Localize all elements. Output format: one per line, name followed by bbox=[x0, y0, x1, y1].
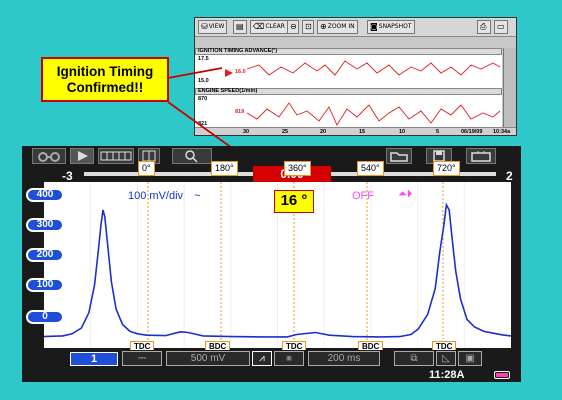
trigger-icon: ⨳ bbox=[285, 353, 293, 364]
callout-line2: Confirmed!! bbox=[66, 79, 144, 95]
time-div-selector[interactable]: 200 ms bbox=[308, 351, 380, 366]
y-tick-label: 200 bbox=[26, 248, 64, 262]
battery-icon bbox=[494, 371, 510, 379]
y-tick-label: 0 bbox=[26, 310, 64, 324]
open-folder-icon[interactable] bbox=[386, 148, 412, 164]
screen-icon: ▣ bbox=[465, 353, 475, 364]
clock: 11:28A bbox=[429, 369, 465, 381]
status-bar: 11:28A bbox=[22, 367, 521, 382]
x-tick-label: 0 bbox=[71, 337, 78, 349]
trigger-mode: OFF bbox=[352, 190, 374, 202]
x-tick-label: 160 bbox=[408, 337, 427, 349]
ignition-timing-callout: Ignition Timing Confirmed!! bbox=[41, 57, 169, 102]
dual-channel-button[interactable]: ⧉ bbox=[394, 351, 434, 366]
x-tick-label: 200 bbox=[481, 337, 500, 349]
angle-marker: 0° bbox=[138, 161, 155, 176]
ramp-icon: ◺ bbox=[442, 353, 450, 364]
play-icon[interactable] bbox=[70, 148, 94, 164]
zoom-icon[interactable] bbox=[172, 148, 212, 164]
coupling-symbol: ~ bbox=[194, 190, 201, 202]
y-tick-label: 300 bbox=[26, 218, 64, 232]
angle-marker: 180° bbox=[211, 161, 238, 176]
oscilloscope-screen: -3 2 0.00 400 300 200 100 0 0° 180° 360°… bbox=[22, 146, 521, 382]
angle-marker: 720° bbox=[433, 161, 460, 176]
glasses-icon[interactable] bbox=[32, 148, 66, 164]
scope-settings-bar: 1 ⎓ 500 mV ⩘ ⨳ 200 ms ⧉ ◺ ▣ bbox=[22, 350, 521, 367]
callout-line1: Ignition Timing bbox=[56, 63, 154, 79]
auto-range-icon: ⩘ bbox=[259, 353, 265, 364]
dual-channel-icon: ⧉ bbox=[410, 353, 418, 364]
ruler-scale-right: 2 bbox=[506, 169, 513, 183]
auto-range-button[interactable]: ⩘ bbox=[252, 351, 272, 366]
x-tick-label: 20 bbox=[110, 337, 123, 349]
channel-button[interactable]: 1 bbox=[70, 352, 118, 366]
y-tick-label: 400 bbox=[26, 188, 64, 202]
volts-div-selector[interactable]: 500 mV bbox=[166, 351, 250, 366]
x-tick-label: 120 bbox=[313, 337, 332, 349]
dc-coupling-icon: ⎓ bbox=[138, 353, 146, 364]
timebase-icon[interactable] bbox=[98, 148, 134, 164]
trigger-slope-icon: ⏶⏵ bbox=[398, 188, 413, 200]
angle-marker: 540° bbox=[357, 161, 384, 176]
ruler-scale-left: -3 bbox=[62, 169, 73, 183]
y-tick-label: 100 bbox=[26, 278, 64, 292]
ramp-button[interactable]: ◺ bbox=[436, 351, 456, 366]
volts-per-div: 100 mV/div ~ bbox=[128, 190, 201, 202]
angle-marker: 360° bbox=[284, 161, 311, 176]
screen-button[interactable]: ▣ bbox=[458, 351, 482, 366]
coupling-button[interactable]: ⎓ bbox=[122, 351, 162, 366]
trigger-button[interactable]: ⨳ bbox=[274, 351, 304, 366]
degree-offset-badge: 16 ° bbox=[274, 190, 314, 213]
toolbox-icon[interactable] bbox=[466, 148, 496, 164]
